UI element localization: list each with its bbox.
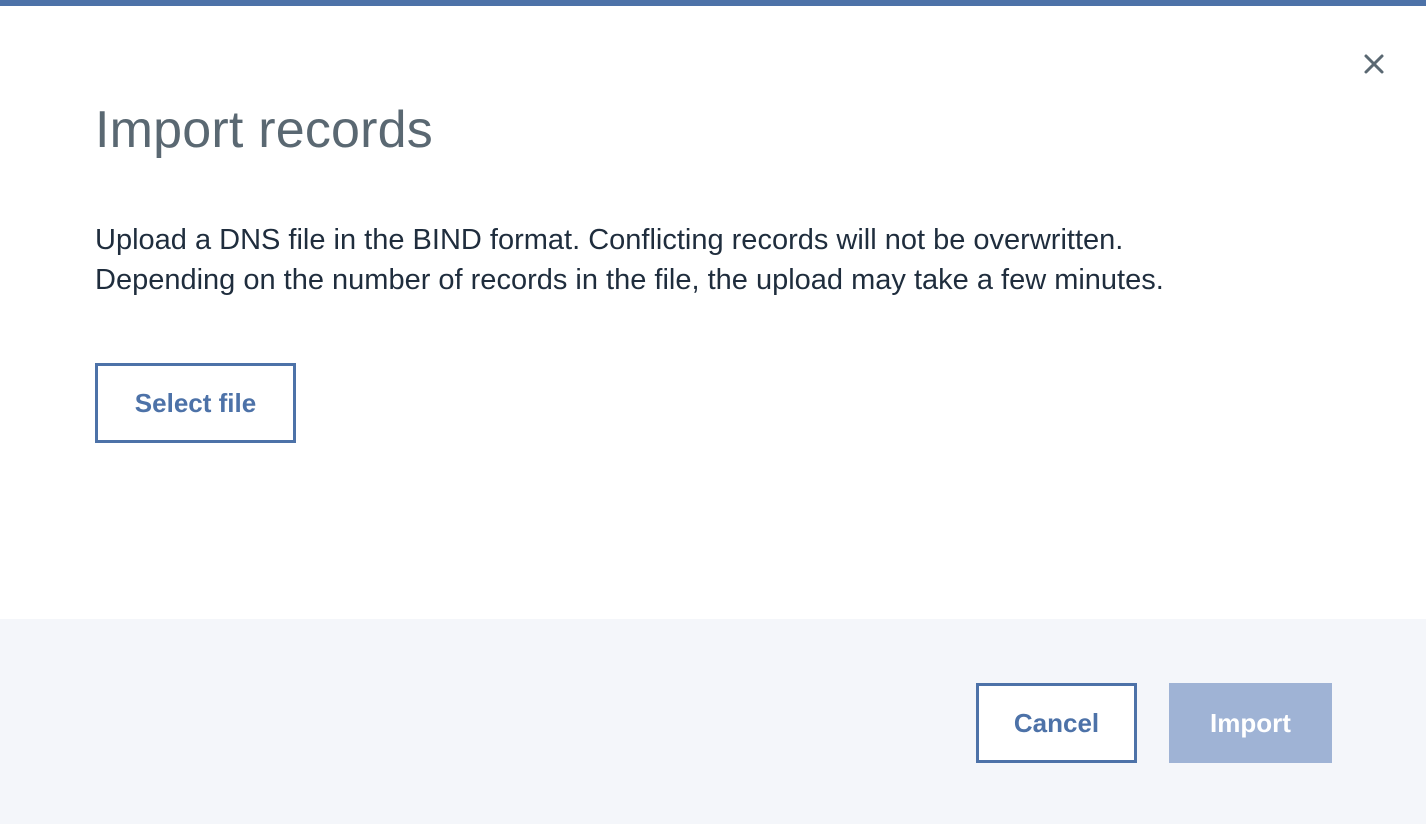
close-button[interactable] <box>1354 48 1394 80</box>
modal-description: Upload a DNS file in the BIND format. Co… <box>95 220 1355 300</box>
close-icon <box>1363 53 1385 75</box>
select-file-button[interactable]: Select file <box>95 363 296 443</box>
description-line: Depending on the number of records in th… <box>95 264 1164 296</box>
import-records-modal: Import records Upload a DNS file in the … <box>0 0 1426 824</box>
import-button[interactable]: Import <box>1169 683 1332 763</box>
top-accent-bar <box>0 0 1426 6</box>
cancel-button[interactable]: Cancel <box>976 683 1137 763</box>
modal-footer: Cancel Import <box>0 619 1426 824</box>
modal-title: Import records <box>95 101 434 159</box>
description-line: Upload a DNS file in the BIND format. Co… <box>95 224 1124 256</box>
